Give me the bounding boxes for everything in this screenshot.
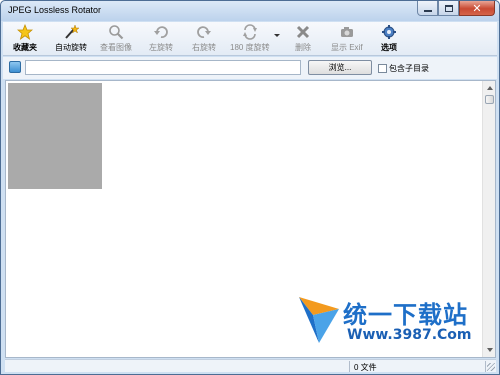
status-bar: 0 文件 — [5, 359, 496, 372]
rotate-left-icon — [152, 24, 170, 40]
rotate-left-button[interactable]: 左旋转 — [149, 24, 173, 54]
include-subdirs-label: 包含子目录 — [389, 64, 429, 73]
window-title: JPEG Lossless Rotator — [8, 5, 102, 15]
favorites-button[interactable]: 收藏夹 — [13, 24, 37, 54]
rotate-180-dropdown-icon[interactable] — [274, 34, 280, 37]
browse-button[interactable]: 浏览... — [308, 60, 372, 75]
watermark-url: Www.3987.Com — [347, 327, 472, 343]
resize-grip-icon[interactable] — [487, 363, 495, 371]
path-input[interactable] — [25, 60, 301, 75]
camera-icon — [338, 24, 356, 40]
chevron-down-icon — [486, 348, 493, 352]
window-controls: ✕ — [417, 1, 495, 17]
auto-rotate-button[interactable]: 自动旋转 — [55, 24, 87, 54]
chevron-up-icon — [486, 86, 493, 90]
magnifier-icon — [107, 24, 125, 40]
delete-button[interactable]: 删除 — [294, 24, 312, 54]
rotate-right-icon — [195, 24, 213, 40]
watermark: 统一下载站 Www.3987.Com — [297, 291, 477, 347]
folder-icon[interactable] — [9, 61, 21, 73]
maximize-button[interactable] — [438, 1, 459, 16]
rotate-180-label: 180 度旋转 — [230, 43, 270, 52]
include-subdirs-toggle[interactable]: 包含子目录 — [378, 63, 429, 74]
thumbnail-placeholder[interactable] — [8, 83, 102, 189]
scroll-down-button[interactable] — [484, 344, 495, 356]
path-bar: 浏览... 包含子目录 — [3, 57, 497, 79]
delete-icon — [294, 24, 312, 40]
minimize-icon — [423, 9, 432, 12]
toolbar: 收藏夹 自动旋转 查看图像 左旋转 右旋转 180 度旋转 删除 显示 Exif… — [3, 22, 497, 56]
status-separator — [349, 361, 350, 372]
options-label: 选项 — [381, 43, 397, 52]
delete-label: 删除 — [295, 43, 311, 52]
options-icon — [380, 24, 398, 40]
maximize-icon — [444, 4, 453, 12]
rotate-left-label: 左旋转 — [149, 43, 173, 52]
favorites-label: 收藏夹 — [13, 43, 37, 52]
options-button[interactable]: 选项 — [380, 24, 398, 54]
file-count: 0 文件 — [354, 363, 377, 372]
magic-wand-icon — [62, 24, 80, 40]
scroll-up-button[interactable] — [484, 82, 495, 94]
status-separator — [485, 361, 486, 372]
view-image-label: 查看图像 — [100, 43, 132, 52]
rotate-180-icon — [241, 24, 259, 40]
show-exif-label: 显示 Exif — [331, 43, 363, 52]
app-window: JPEG Lossless Rotator ✕ 收藏夹 自动旋转 查看图像 左旋… — [0, 0, 500, 375]
rotate-right-label: 右旋转 — [192, 43, 216, 52]
star-icon — [16, 24, 34, 40]
watermark-brand: 统一下载站 — [343, 301, 468, 329]
rotate-180-button[interactable]: 180 度旋转 — [230, 24, 270, 54]
rotate-right-button[interactable]: 右旋转 — [192, 24, 216, 54]
auto-rotate-label: 自动旋转 — [55, 43, 87, 52]
view-image-button[interactable]: 查看图像 — [100, 24, 132, 54]
watermark-logo-icon — [299, 297, 339, 343]
include-subdirs-checkbox[interactable] — [378, 64, 387, 73]
vertical-scrollbar[interactable] — [482, 81, 495, 357]
show-exif-button[interactable]: 显示 Exif — [331, 24, 363, 54]
close-button[interactable]: ✕ — [459, 1, 495, 16]
close-icon: ✕ — [472, 1, 482, 15]
minimize-button[interactable] — [417, 1, 438, 16]
scroll-thumb[interactable] — [485, 95, 494, 104]
title-bar[interactable]: JPEG Lossless Rotator ✕ — [1, 1, 499, 21]
